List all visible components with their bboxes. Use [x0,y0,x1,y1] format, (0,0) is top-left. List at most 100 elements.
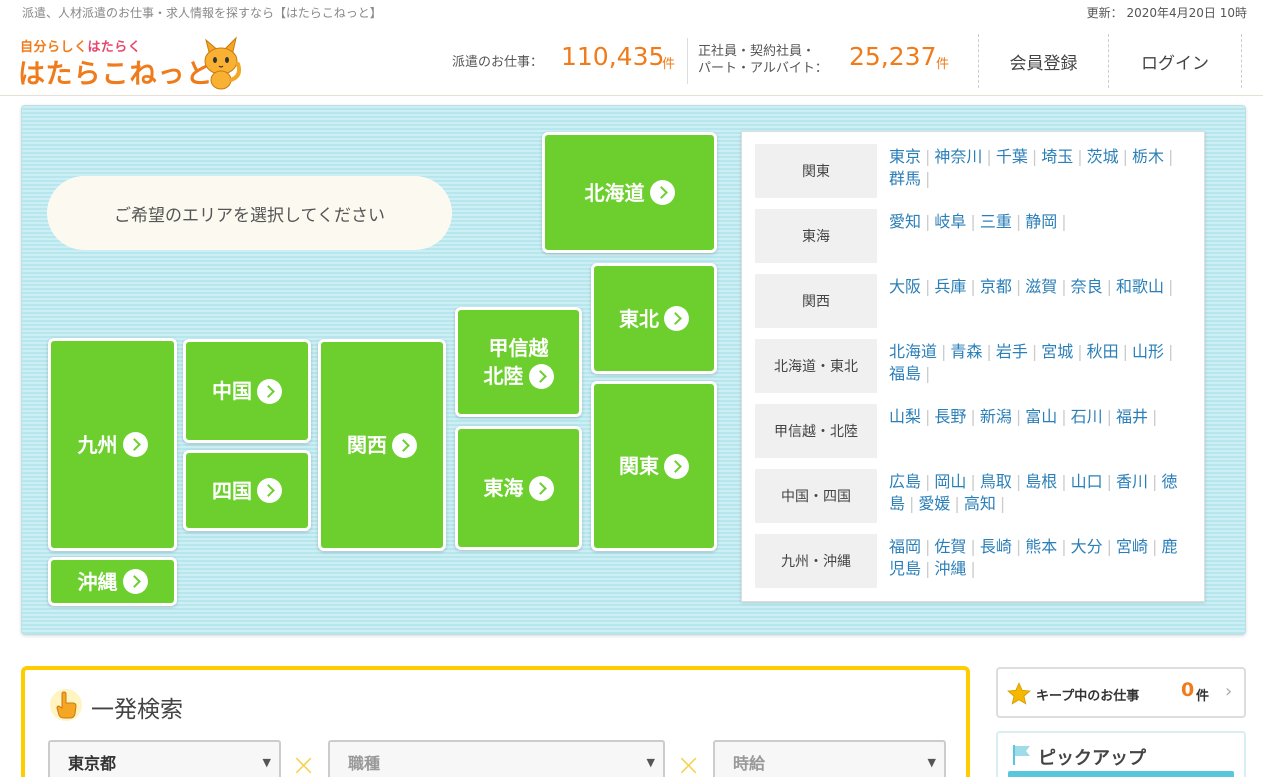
prefecture-link[interactable]: 三重 [980,212,1012,231]
quick-search-panel: 一発検索 東京都 ▼ × 職種 ▼ × 時給 ▼ [21,666,970,777]
prefecture-link[interactable]: 富山 [1025,407,1057,426]
prefecture-link[interactable]: 群馬 [889,169,921,188]
link-separator: | [1061,537,1067,556]
prefecture-link[interactable]: 島根 [1025,472,1057,491]
prefecture-link[interactable]: 愛知 [889,212,921,231]
prefecture-link[interactable]: 沖縄 [934,559,966,578]
prefecture-link[interactable]: 宮城 [1041,342,1073,361]
seishain-count-value: 25,237 [849,42,937,71]
region-kansai[interactable]: 関西 [318,339,446,551]
prefecture-link[interactable]: 熊本 [1025,537,1057,556]
area-prompt: ご希望のエリアを選択してください [47,176,452,250]
prefecture-select[interactable]: 東京都 ▼ [48,740,281,777]
region-group-label: 関西 [755,274,877,328]
kept-jobs-count: 0 [1181,679,1195,701]
stats-divider [687,38,688,84]
prefecture-link[interactable]: 神奈川 [934,147,982,166]
prefecture-link[interactable]: 栃木 [1132,147,1164,166]
region-koshinetsu-hokuriku[interactable]: 甲信越 北陸 [455,307,582,417]
kept-jobs-button[interactable]: キープ中のお仕事 0 件 › [996,667,1246,718]
arrow-right-icon [664,453,689,479]
prefecture-link[interactable]: 茨城 [1087,147,1119,166]
site-logo[interactable]: 自分らしくはたらく はたらこねっと [18,30,248,90]
prefecture-link[interactable]: 宮崎 [1116,537,1148,556]
prefecture-link[interactable]: 和歌山 [1116,277,1164,296]
prefecture-link[interactable]: 山口 [1071,472,1103,491]
prefecture-link[interactable]: 千葉 [996,147,1028,166]
region-chugoku[interactable]: 中国 [183,339,311,443]
prefecture-link[interactable]: 長崎 [980,537,1012,556]
prefecture-link[interactable]: 静岡 [1025,212,1057,231]
login-button[interactable]: ログイン [1108,34,1242,88]
prefecture-link[interactable]: 大阪 [889,277,921,296]
region-tohoku[interactable]: 東北 [591,263,717,374]
prefecture-row: 甲信越・北陸 山梨 | 長野 | 新潟 | 富山 | 石川 | 福井 | [755,404,1195,458]
link-separator: | [909,494,915,513]
prefecture-link[interactable]: 福岡 [889,537,921,556]
link-separator: | [1122,147,1129,166]
prefecture-link[interactable]: 東京 [889,147,921,166]
prefecture-link[interactable]: 高知 [964,494,996,513]
prefecture-link[interactable]: 北海道 [889,342,937,361]
link-separator: | [925,169,931,188]
kept-jobs-unit: 件 [1196,689,1210,704]
prefecture-row: 中国・四国 広島 | 岡山 | 鳥取 | 島根 | 山口 | 香川 | 徳島 | 愛媛 | 高知 | [755,469,1195,523]
region-tokai[interactable]: 東海 [455,426,582,550]
pickup-title: ピックアップ [1038,748,1146,769]
region-label: 関東 [619,454,659,478]
prefecture-link[interactable]: 大分 [1071,537,1103,556]
dropdown-caret-icon: ▼ [646,756,655,769]
region-hokkaido[interactable]: 北海道 [542,132,717,253]
prefecture-link[interactable]: 岐阜 [934,212,966,231]
region-kanto[interactable]: 関東 [591,381,717,551]
prefecture-link[interactable]: 青森 [950,342,982,361]
link-separator: | [970,472,976,491]
prefecture-link[interactable]: 秋田 [1087,342,1119,361]
link-separator: | [925,472,931,491]
prefecture-link[interactable]: 鳥取 [980,472,1012,491]
hourly-wage-select[interactable]: 時給 ▼ [713,740,946,777]
prefecture-link[interactable]: 福井 [1116,407,1148,426]
prefecture-link[interactable]: 岡山 [934,472,966,491]
region-shikoku[interactable]: 四国 [183,450,311,531]
seishain-count-label: 正社員・契約社員・ パート・アルバイト： [698,43,828,77]
seishain-count-unit: 件 [936,57,950,72]
prefecture-link[interactable]: 石川 [1071,407,1103,426]
prefecture-link[interactable]: 岩手 [996,342,1028,361]
link-separator: | [1152,537,1158,556]
prefecture-link[interactable]: 奈良 [1071,277,1103,296]
prefecture-link[interactable]: 京都 [980,277,1012,296]
prefecture-link[interactable]: 福島 [889,364,921,383]
prefecture-link[interactable]: 山形 [1132,342,1164,361]
arrow-right-icon [257,378,282,404]
prefecture-link[interactable]: 広島 [889,472,921,491]
link-separator: | [1061,277,1067,296]
prefecture-link[interactable]: 新潟 [980,407,1012,426]
prefecture-link[interactable]: 佐賀 [934,537,966,556]
link-separator: | [1106,537,1113,556]
link-separator: | [1031,147,1038,166]
register-button[interactable]: 会員登録 [978,34,1108,88]
region-group-label: 東海 [755,209,877,263]
link-separator: | [986,147,992,166]
prefecture-table: 関東 東京 | 神奈川 | 千葉 | 埼玉 | 茨城 | 栃木 |群馬 | 東海 愛知 | 岐阜 | 三重 | 静岡 | 関西… [741,131,1205,602]
site-tagline: 派遣、人材派遣のお仕事・求人情報を探すなら【はたらこねっと】 [22,6,382,20]
pickup-section: ピックアップ [996,731,1246,777]
prefecture-row: 九州・沖縄 福岡 | 佐賀 | 長崎 | 熊本 | 大分 | 宮崎 | 鹿児島 | 沖縄 | [755,534,1195,588]
dropdown-caret-icon: ▼ [927,756,936,769]
prefecture-link[interactable]: 兵庫 [934,277,966,296]
prefecture-link[interactable]: 山梨 [889,407,921,426]
region-label: 中国 [212,379,252,403]
job-type-select[interactable]: 職種 ▼ [328,740,665,777]
prefecture-link[interactable]: 埼玉 [1041,147,1073,166]
link-separator: | [1106,277,1113,296]
prefecture-link[interactable]: 長野 [934,407,966,426]
region-okinawa[interactable]: 沖縄 [48,557,177,606]
link-separator: | [970,537,976,556]
prefecture-link[interactable]: 滋賀 [1025,277,1057,296]
link-separator: | [1031,342,1038,361]
prefecture-link[interactable]: 香川 [1116,472,1148,491]
region-kyushu[interactable]: 九州 [48,338,177,551]
link-separator: | [925,147,931,166]
prefecture-link[interactable]: 愛媛 [918,494,950,513]
